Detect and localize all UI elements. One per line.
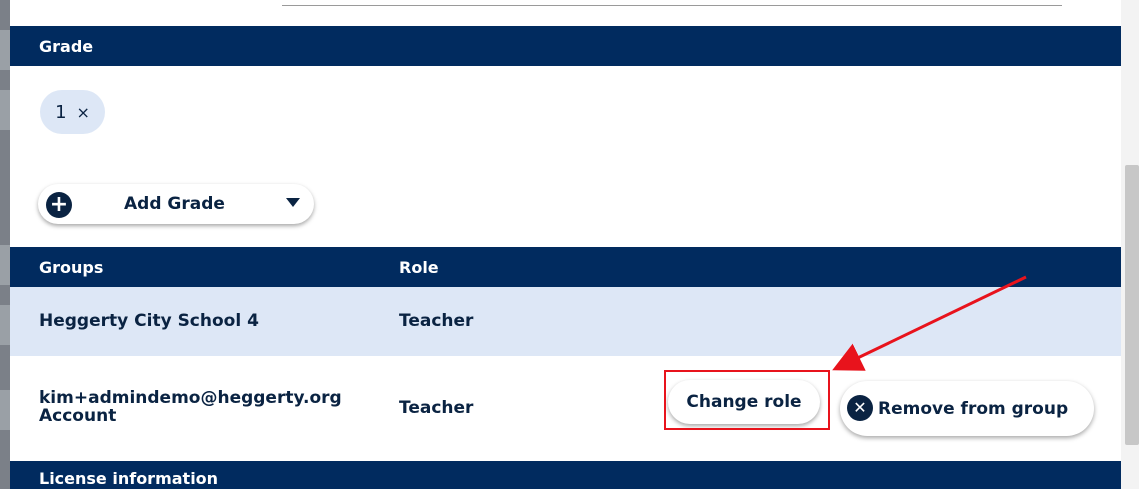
license-header-label: License information: [39, 469, 219, 488]
background-page-strip: [0, 0, 10, 489]
divider: [282, 5, 1062, 6]
background-fragment: [0, 245, 10, 285]
group-role: Teacher: [399, 398, 474, 418]
column-header-groups: Groups: [39, 257, 104, 277]
background-fragment: [0, 305, 10, 345]
background-fragment: [0, 30, 10, 70]
group-role: Teacher: [399, 311, 474, 331]
remove-from-group-label: Remove from group: [878, 398, 1069, 419]
grade-header: Grade: [10, 26, 1121, 66]
plus-circle-icon: +: [46, 192, 72, 218]
table-row: Heggerty City School 4 Teacher: [10, 287, 1121, 356]
scrollbar-thumb[interactable]: [1125, 165, 1139, 445]
grade-chip: 1 ×: [40, 90, 105, 134]
remove-chip-icon[interactable]: ×: [77, 103, 90, 122]
grade-header-label: Grade: [39, 36, 94, 56]
remove-from-group-button[interactable]: ✕ Remove from group: [840, 381, 1094, 436]
scrollbar[interactable]: [1121, 0, 1139, 489]
grade-chip-label: 1: [55, 101, 67, 123]
caret-down-icon: [286, 198, 300, 207]
add-grade-dropdown[interactable]: + Add Grade: [38, 184, 314, 224]
add-grade-label: Add Grade: [124, 194, 225, 214]
groups-table-header: Groups Role: [10, 247, 1121, 287]
license-header: License information: [10, 461, 1121, 489]
group-name: kim+admindemo@heggerty.org Account: [39, 389, 342, 425]
group-email: kim+admindemo@heggerty.org: [39, 388, 342, 408]
group-subtitle: Account: [39, 406, 117, 426]
group-name: Heggerty City School 4: [39, 311, 259, 331]
background-fragment: [0, 390, 10, 430]
change-role-button[interactable]: Change role: [668, 380, 820, 424]
x-circle-icon: ✕: [847, 395, 873, 421]
background-fragment: [0, 90, 10, 130]
column-header-role: Role: [399, 257, 439, 277]
